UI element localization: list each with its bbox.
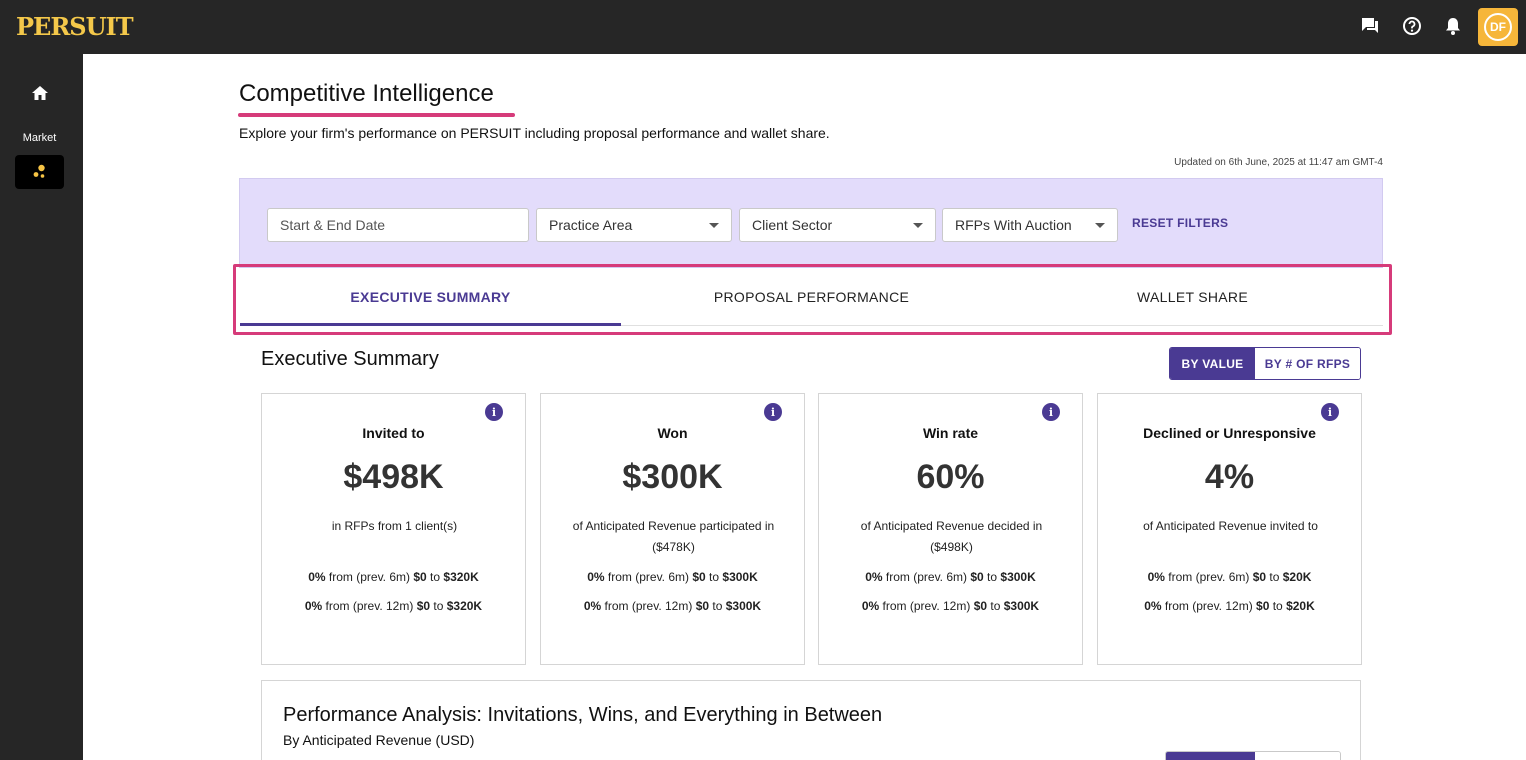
card-change-12m: 0% from (prev. 12m) $0 to $20K (1144, 599, 1315, 613)
tabs-highlight-box (233, 264, 1392, 335)
user-avatar[interactable]: DF (1478, 8, 1518, 46)
card-change-12m: 0% from (prev. 12m) $0 to $320K (304, 599, 483, 613)
updated-timestamp: Updated on 6th June, 2025 at 11:47 am GM… (1174, 157, 1383, 168)
card-change-12m: 0% from (prev. 12m) $0 to $300K (861, 599, 1040, 613)
chart-toggle (1165, 751, 1341, 760)
performance-subtitle: By Anticipated Revenue (USD) (283, 732, 475, 748)
filter-bar: Start & End Date Practice Area Client Se… (239, 178, 1383, 268)
by-rfps-count-button[interactable]: BY # OF RFPS (1255, 348, 1360, 379)
card-description: of Anticipated Revenue invited to (1143, 519, 1318, 533)
performance-analysis-panel: Performance Analysis: Invitations, Wins,… (261, 680, 1361, 760)
chat-icon[interactable] (1358, 14, 1382, 38)
card-description: of Anticipated Revenue decided in ($498K… (860, 519, 1043, 554)
card-description: of Anticipated Revenue participated in (… (572, 519, 775, 554)
metric-card-won: i Won $300K of Anticipated Revenue parti… (540, 393, 805, 665)
chart-toggle-option-1[interactable] (1166, 752, 1255, 760)
practice-area-select[interactable]: Practice Area (536, 208, 732, 242)
info-icon[interactable]: i (1042, 403, 1060, 421)
card-value: $498K (343, 458, 444, 496)
metric-card-win-rate: i Win rate 60% of Anticipated Revenue de… (818, 393, 1083, 665)
info-icon[interactable]: i (1321, 403, 1339, 421)
card-change-6m: 0% from (prev. 6m) $0 to $300K (865, 570, 1036, 584)
performance-title: Performance Analysis: Invitations, Wins,… (283, 704, 883, 726)
help-icon[interactable] (1400, 14, 1424, 38)
avatar-initials: DF (1484, 13, 1512, 41)
card-label: Won (657, 425, 688, 441)
chevron-down-icon (1095, 222, 1105, 228)
sidebar-item-market[interactable] (15, 155, 64, 189)
metric-card-declined: i Declined or Unresponsive 4% of Anticip… (1097, 393, 1362, 665)
date-range-input[interactable]: Start & End Date (267, 208, 529, 242)
reset-filters-button[interactable]: RESET FILTERS (1132, 216, 1228, 230)
sidebar-market-label: Market (22, 132, 57, 144)
chart-toggle-option-2[interactable] (1254, 752, 1340, 760)
chevron-down-icon (709, 222, 719, 228)
card-change-6m: 0% from (prev. 6m) $0 to $320K (308, 570, 479, 584)
title-underline (238, 113, 515, 117)
page-subtitle: Explore your firm's performance on PERSU… (239, 125, 830, 141)
client-sector-label: Client Sector (752, 217, 833, 233)
section-title: Executive Summary (261, 348, 439, 370)
practice-area-label: Practice Area (549, 217, 633, 233)
bell-icon[interactable] (1441, 14, 1465, 38)
date-range-placeholder: Start & End Date (280, 217, 386, 233)
by-value-button[interactable]: BY VALUE (1170, 348, 1255, 379)
card-label: Declined or Unresponsive (1143, 425, 1316, 441)
client-sector-select[interactable]: Client Sector (739, 208, 936, 242)
rfps-auction-select[interactable]: RFPs With Auction (942, 208, 1118, 242)
card-value: 4% (1204, 458, 1255, 496)
card-label: Win rate (922, 425, 979, 441)
metric-card-invited: i Invited to $498K in RFPs from 1 client… (261, 393, 526, 665)
card-value: $300K (622, 458, 723, 496)
card-change-12m: 0% from (prev. 12m) $0 to $300K (583, 599, 762, 613)
info-icon[interactable]: i (485, 403, 503, 421)
value-toggle: BY VALUE BY # OF RFPS (1169, 347, 1361, 380)
card-label: Invited to (362, 425, 425, 441)
chevron-down-icon (913, 222, 923, 228)
top-bar: PERSUIT DF (0, 0, 1526, 54)
card-change-6m: 0% from (prev. 6m) $0 to $300K (587, 570, 758, 584)
page-title: Competitive Intelligence (239, 80, 494, 107)
info-icon[interactable]: i (764, 403, 782, 421)
sidebar: Market (0, 54, 83, 760)
card-change-6m: 0% from (prev. 6m) $0 to $20K (1147, 570, 1312, 584)
home-icon[interactable] (28, 82, 52, 106)
rfps-auction-label: RFPs With Auction (955, 217, 1072, 233)
market-dots-icon (33, 164, 45, 178)
card-description: in RFPs from 1 client(s) (331, 519, 458, 533)
persuit-logo[interactable]: PERSUIT (16, 12, 134, 41)
card-value: 60% (916, 458, 985, 496)
